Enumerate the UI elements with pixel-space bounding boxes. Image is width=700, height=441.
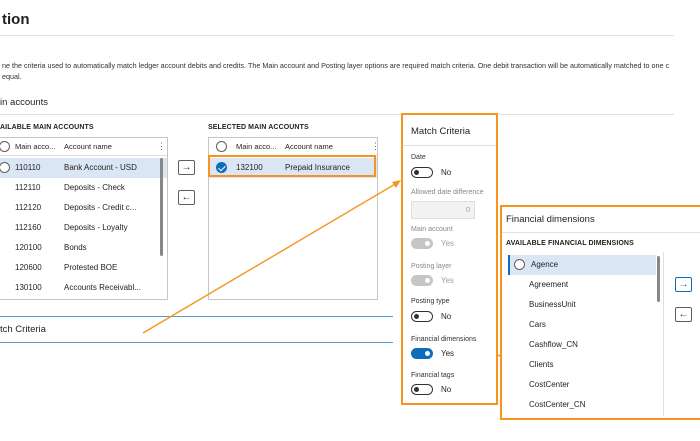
item-label: Cashflow_CN	[529, 340, 578, 349]
posting-layer-toggle[interactable]	[411, 275, 433, 286]
financial-tags-value: No	[441, 385, 452, 394]
remove-dimension-button[interactable]: ←	[675, 307, 692, 322]
list-item[interactable]: Cashflow_CN	[508, 335, 656, 355]
panel-divider	[502, 232, 700, 233]
match-criteria-panel-title: Match Criteria	[411, 126, 471, 137]
item-label: Cars	[529, 320, 546, 329]
financial-tags-toggle[interactable]	[411, 384, 433, 395]
main-account-value: Yes	[441, 239, 455, 248]
financial-dimensions-value: Yes	[441, 349, 455, 358]
item-label: CostCenter	[529, 380, 570, 389]
financial-dimensions-label: Financial dimensions	[411, 336, 477, 343]
available-financial-dimensions-label: AVAILABLE FINANCIAL DIMENSIONS	[506, 240, 634, 247]
financial-dimensions-toggle[interactable]	[411, 348, 433, 359]
item-label: CostCenter_CN	[529, 400, 586, 409]
main-account-toggle[interactable]	[411, 238, 433, 249]
list-item[interactable]: BusinessUnit	[508, 295, 656, 315]
item-radio[interactable]	[514, 259, 525, 270]
allowed-date-difference-label: Allowed date difference	[411, 189, 484, 196]
list-item[interactable]: Agreement	[508, 275, 656, 295]
add-dimension-button[interactable]: →	[675, 277, 692, 292]
list-item[interactable]: CostCenter_CN	[508, 395, 656, 415]
posting-type-value: No	[441, 312, 452, 321]
financial-tags-label: Financial tags	[411, 372, 455, 379]
date-value: No	[441, 168, 452, 177]
date-toggle[interactable]	[411, 167, 433, 178]
item-label: Agence	[531, 260, 559, 269]
posting-layer-value: Yes	[441, 276, 455, 285]
list-item[interactable]: Agence	[508, 255, 656, 275]
match-criteria-panel: Match Criteria Date No Allowed date diff…	[401, 113, 498, 405]
item-label: BusinessUnit	[529, 300, 576, 309]
list-item[interactable]: CostCenter	[508, 375, 656, 395]
posting-layer-label: Posting layer	[411, 263, 452, 270]
vertical-scrollbar[interactable]	[657, 256, 660, 302]
allowed-date-difference-input[interactable]: 0	[411, 201, 475, 219]
financial-dimensions-panel: Financial dimensions AVAILABLE FINANCIAL…	[500, 205, 700, 420]
item-label: Clients	[529, 360, 554, 369]
posting-type-toggle[interactable]	[411, 311, 433, 322]
main-account-label: Main account	[411, 226, 453, 233]
posting-type-label: Posting type	[411, 298, 450, 305]
list-item[interactable]: Clients	[508, 355, 656, 375]
list-item[interactable]: Cars	[508, 315, 656, 335]
panel-divider	[403, 145, 496, 146]
callout-arrowhead	[392, 180, 401, 188]
date-label: Date	[411, 154, 426, 161]
callout-line	[142, 182, 398, 334]
financial-dimensions-panel-title: Financial dimensions	[506, 214, 595, 225]
financial-dimensions-list: Agence Agreement BusinessUnit Cars Cashf…	[502, 252, 664, 416]
item-label: Agreement	[529, 280, 569, 289]
